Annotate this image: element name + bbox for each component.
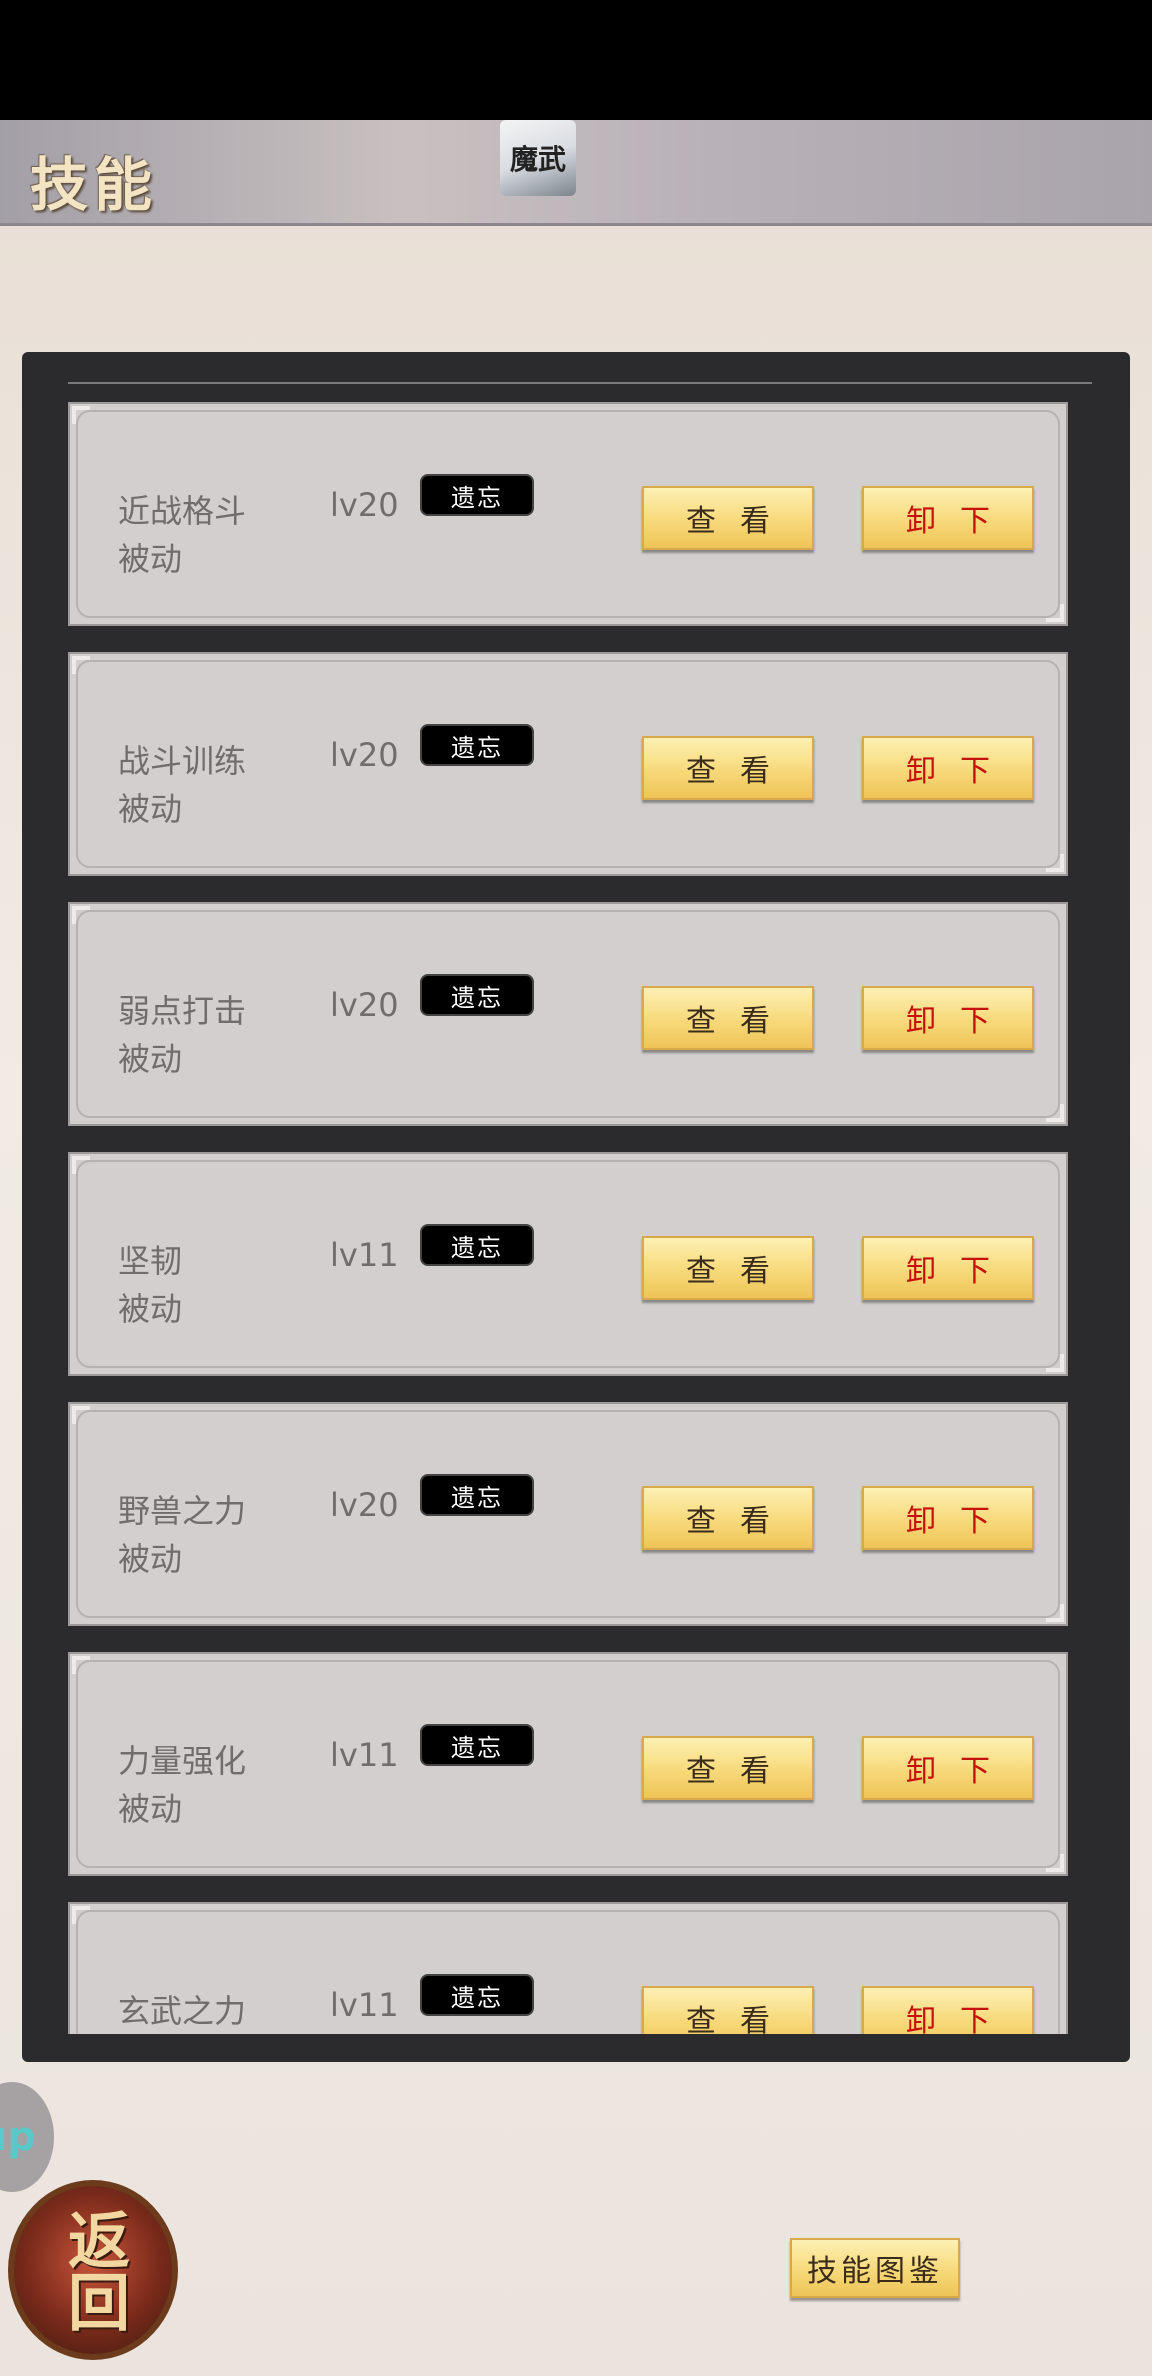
skill-type: 被动 <box>118 1290 183 1328</box>
corner-ornament <box>72 1906 90 1924</box>
skill-level: lv11 <box>330 1986 399 2024</box>
skill-level: lv20 <box>330 486 399 524</box>
back-label: 返回 <box>57 2208 130 2332</box>
skill-type: 被动 <box>118 790 183 828</box>
header: 技能 <box>0 120 1152 226</box>
skill-row: 近战格斗 被动 lv20 遗忘 查看 卸下 <box>68 402 1068 626</box>
corner-ornament <box>72 656 90 674</box>
view-button[interactable]: 查看 <box>642 486 814 550</box>
skill-level: lv11 <box>330 1736 399 1774</box>
corner-ornament <box>72 1406 90 1424</box>
skill-name: 近战格斗 <box>118 492 247 530</box>
forget-button[interactable]: 遗忘 <box>420 1224 534 1266</box>
skill-row: 坚韧 被动 lv11 遗忘 查看 卸下 <box>68 1152 1068 1376</box>
view-button[interactable]: 查看 <box>642 1236 814 1300</box>
skill-type: 被动 <box>118 1790 183 1828</box>
skill-type: 被动 <box>118 1540 183 1578</box>
forget-button[interactable]: 遗忘 <box>420 474 534 516</box>
skill-row: 力量强化 被动 lv11 遗忘 查看 卸下 <box>68 1652 1068 1876</box>
view-button[interactable]: 查看 <box>642 986 814 1050</box>
view-button[interactable]: 查看 <box>642 736 814 800</box>
skill-level: lv11 <box>330 1236 399 1274</box>
corner-ornament <box>1046 1854 1064 1872</box>
skill-guide-button[interactable]: 技能图鉴 <box>790 2238 960 2298</box>
corner-ornament <box>72 1656 90 1674</box>
forget-button[interactable]: 遗忘 <box>420 724 534 766</box>
unequip-button[interactable]: 卸下 <box>862 986 1034 1050</box>
panel-divider <box>68 382 1092 384</box>
corner-ornament <box>72 1156 90 1174</box>
skill-type: 被动 <box>118 1040 183 1078</box>
view-button[interactable]: 查看 <box>642 1486 814 1550</box>
skill-name: 玄武之力 <box>118 1992 247 2030</box>
skill-name: 力量强化 <box>118 1742 247 1780</box>
forget-button[interactable]: 遗忘 <box>420 1974 534 2016</box>
corner-ornament <box>1046 854 1064 872</box>
app-logo-text: 魔武 <box>509 143 566 176</box>
corner-ornament <box>1046 1104 1064 1122</box>
side-badge-label: up <box>0 2114 36 2160</box>
view-button[interactable]: 查看 <box>642 1736 814 1800</box>
skill-row: 玄武之力 被动 lv11 遗忘 查看 卸下 <box>68 1902 1068 2034</box>
skill-panel: 近战格斗 被动 lv20 遗忘 查看 卸下 战斗训练 被动 lv20 遗忘 查看… <box>22 352 1130 2062</box>
skill-name: 弱点打击 <box>118 992 247 1030</box>
unequip-button[interactable]: 卸下 <box>862 1736 1034 1800</box>
skill-row: 野兽之力 被动 lv20 遗忘 查看 卸下 <box>68 1402 1068 1626</box>
unequip-button[interactable]: 卸下 <box>862 1486 1034 1550</box>
skill-name: 野兽之力 <box>118 1492 247 1530</box>
back-button[interactable]: 返回 <box>8 2180 178 2360</box>
corner-ornament <box>1046 1354 1064 1372</box>
skill-level: lv20 <box>330 986 399 1024</box>
unequip-button[interactable]: 卸下 <box>862 486 1034 550</box>
skill-list[interactable]: 近战格斗 被动 lv20 遗忘 查看 卸下 战斗训练 被动 lv20 遗忘 查看… <box>68 402 1072 2034</box>
skill-row: 战斗训练 被动 lv20 遗忘 查看 卸下 <box>68 652 1068 876</box>
view-button[interactable]: 查看 <box>642 1986 814 2034</box>
unequip-button[interactable]: 卸下 <box>862 736 1034 800</box>
skill-name: 坚韧 <box>118 1242 183 1280</box>
forget-button[interactable]: 遗忘 <box>420 1474 534 1516</box>
app-logo: 魔武 <box>500 120 576 196</box>
skill-type: 被动 <box>118 540 183 578</box>
corner-ornament <box>72 406 90 424</box>
corner-ornament <box>1046 604 1064 622</box>
unequip-button[interactable]: 卸下 <box>862 1986 1034 2034</box>
forget-button[interactable]: 遗忘 <box>420 974 534 1016</box>
forget-button[interactable]: 遗忘 <box>420 1724 534 1766</box>
unequip-button[interactable]: 卸下 <box>862 1236 1034 1300</box>
corner-ornament <box>72 906 90 924</box>
skill-row: 弱点打击 被动 lv20 遗忘 查看 卸下 <box>68 902 1068 1126</box>
status-bar <box>0 0 1152 120</box>
skill-name: 战斗训练 <box>118 742 247 780</box>
corner-ornament <box>1046 1604 1064 1622</box>
skill-level: lv20 <box>330 1486 399 1524</box>
page-title: 技能 <box>30 151 159 219</box>
skill-level: lv20 <box>330 736 399 774</box>
